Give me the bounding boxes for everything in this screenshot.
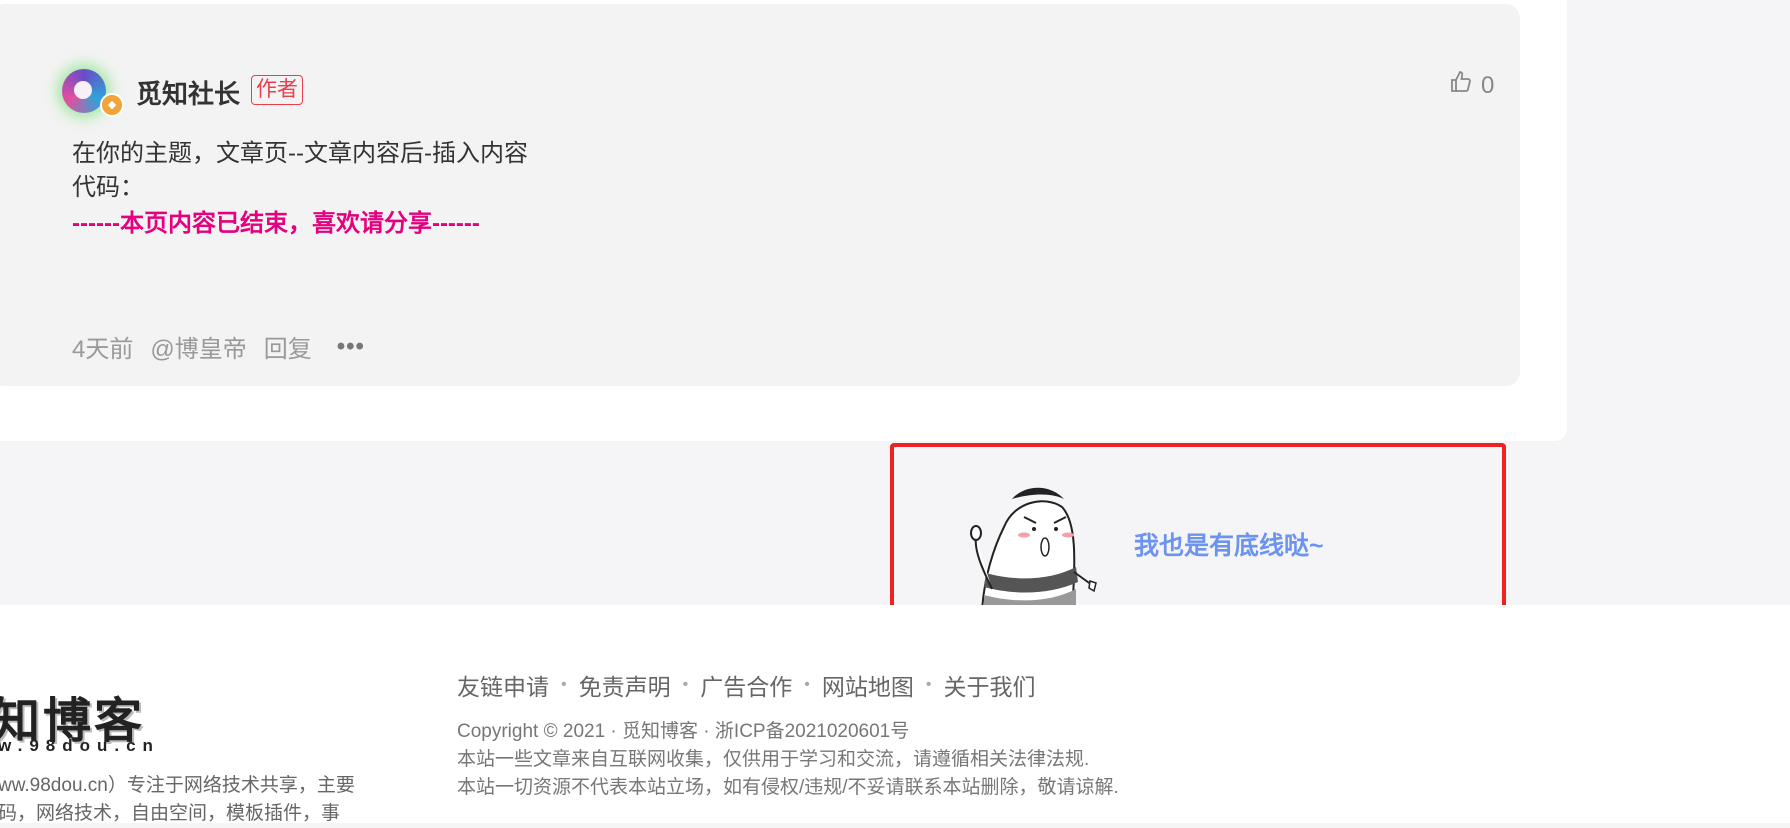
comment-highlight-text: ------本页内容已结束，喜欢请分享------ (72, 210, 480, 237)
separator-dot: • (682, 676, 689, 693)
mascot-icon (954, 477, 1104, 612)
footer-link-friend-links[interactable]: 友链申请 (457, 668, 549, 702)
about-line-1: ww.98dou.cn）专注于网络技术共享，主要 (0, 775, 355, 796)
like-count: 0 (1481, 71, 1495, 99)
site-about: ww.98dou.cn）专注于网络技术共享，主要 码，网络技术，自由空间，模板插… (0, 772, 383, 828)
more-options-icon[interactable]: ••• (337, 333, 365, 361)
vip-diamond-icon: ◆ (100, 93, 124, 117)
separator-dot: • (561, 676, 567, 693)
comment-mention[interactable]: @博皇帝 (150, 329, 246, 364)
separator-dot: • (925, 676, 932, 693)
about-line-2: 码，网络技术，自由空间，模板插件，事 (0, 803, 341, 824)
comment-meta: 4天前 @博皇帝 回复 ••• (72, 329, 382, 364)
footer-copyright: Copyright © 2021 · 觅知博客 · 浙ICP备202102060… (457, 721, 910, 742)
footer-notice-1: 本站一些文章来自互联网收集，仅供用于学习和交流，请遵循相关法律法规. (457, 749, 1090, 770)
reply-button[interactable]: 回复 (264, 329, 312, 364)
footer-link-about-us[interactable]: 关于我们 (943, 668, 1035, 702)
site-logo-url: w.98dou.cn (0, 736, 160, 755)
comment-time: 4天前 (72, 336, 134, 363)
footer-links: 友链申请 • 免责声明 • 广告合作 • 网站地图 • 关于我们 (457, 668, 1035, 702)
comment-text-line-2: 代码： (72, 174, 144, 201)
footer-info: Copyright © 2021 · 觅知博客 · 浙ICP备202102060… (457, 718, 1119, 802)
end-of-content-text: 我也是有底线哒~ (1134, 532, 1324, 560)
like-button[interactable]: 0 (1449, 70, 1494, 101)
comment-text-line-1: 在你的主题，文章页--文章内容后-插入内容 (72, 140, 528, 167)
thumbs-up-icon (1449, 70, 1473, 101)
site-footer: 知博客 w.98dou.cn ww.98dou.cn）专注于网络技术共享，主要 … (0, 605, 1790, 824)
end-of-content-banner: 我也是有底线哒~ (890, 443, 1506, 629)
footer-notice-2: 本站一切资源不代表本站立场，如有侵权/违规/不妥请联系本站删除，敬请谅解. (457, 777, 1119, 798)
footer-link-disclaimer[interactable]: 免责声明 (579, 668, 671, 702)
main-area: ◆ 觅知社长 作者 0 在你的主题，文章页--文章内容后-插入内容 代码： --… (0, 0, 1790, 629)
author-badge: 作者 (251, 75, 303, 105)
comment-username[interactable]: 觅知社长 (136, 74, 240, 111)
footer-link-sitemap[interactable]: 网站地图 (822, 668, 914, 702)
footer-link-advertising[interactable]: 广告合作 (700, 668, 792, 702)
separator-dot: • (804, 676, 810, 693)
